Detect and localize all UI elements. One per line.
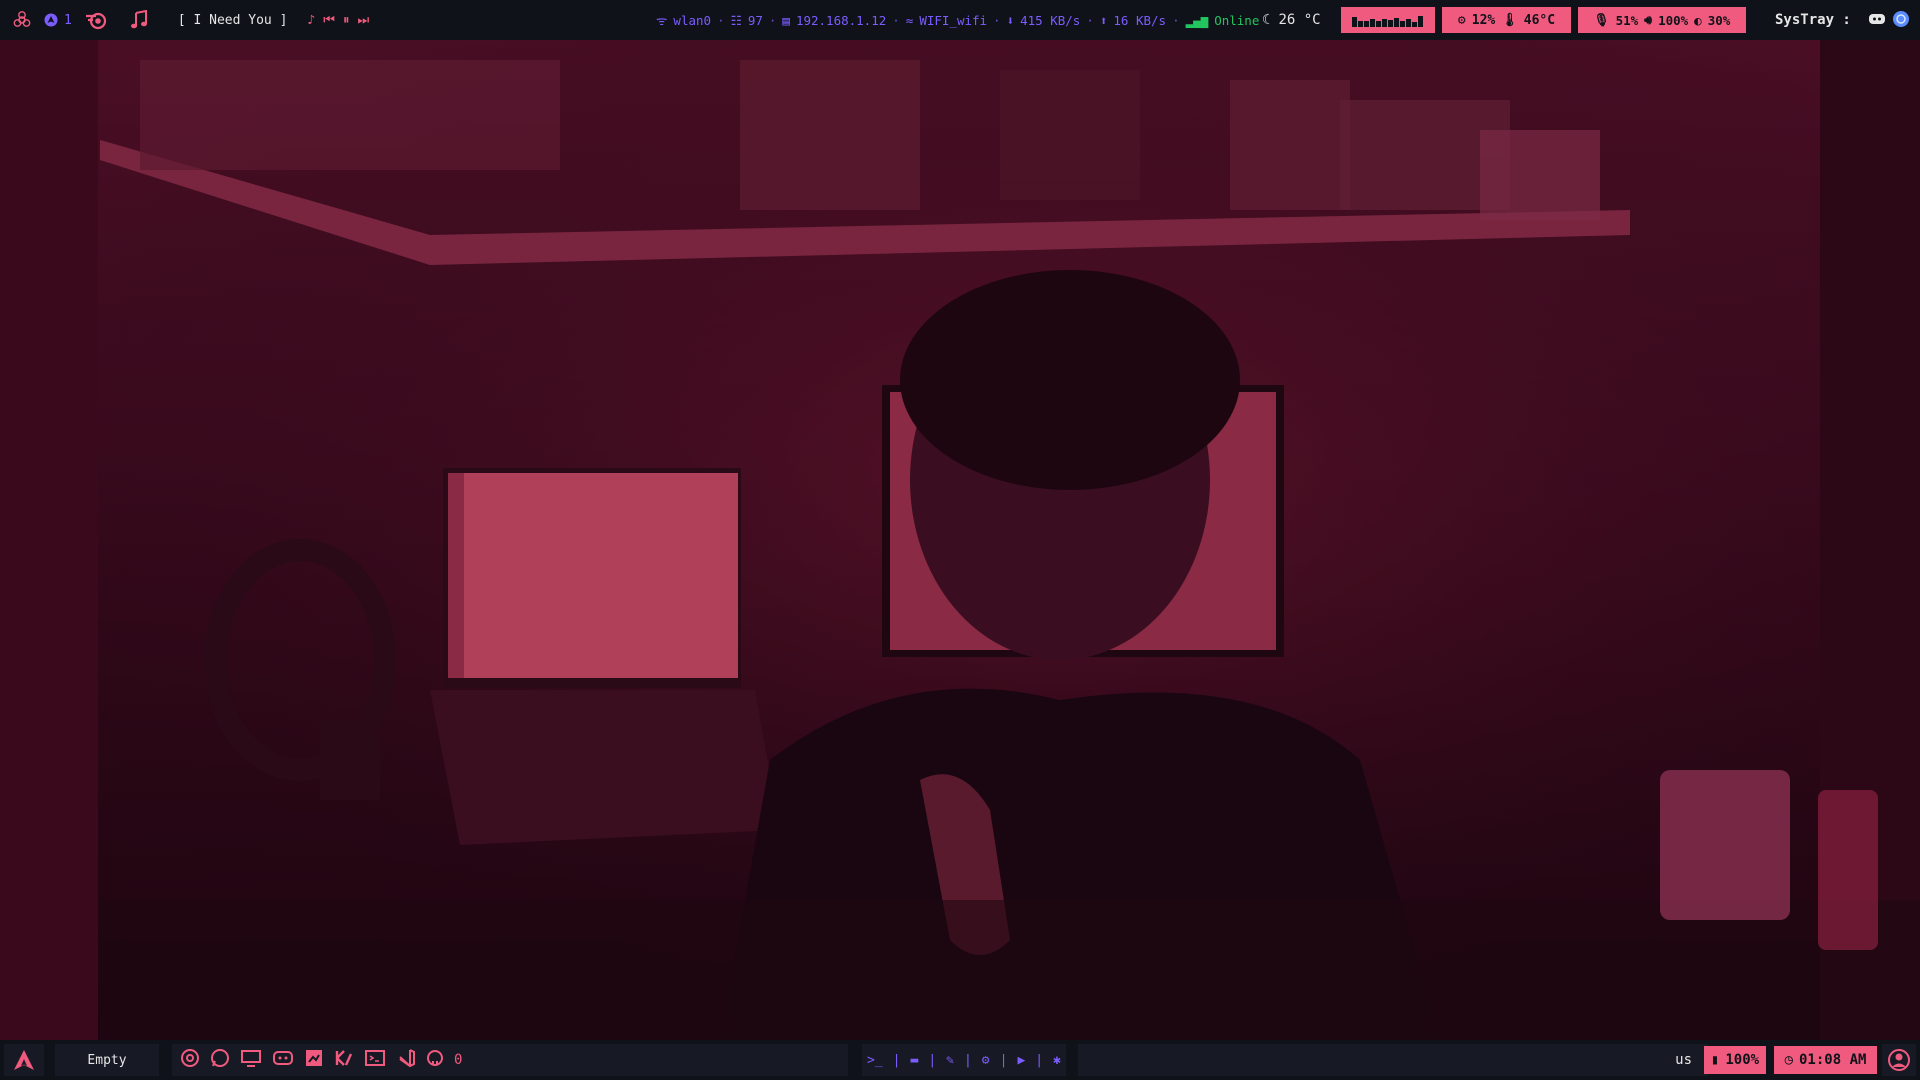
- window-title-text: Empty: [87, 1052, 127, 1068]
- visualizer-bars-icon: [1352, 16, 1423, 27]
- settings-icon[interactable]: ⚙: [982, 1053, 990, 1068]
- pause-icon[interactable]: ⏸: [343, 13, 350, 28]
- network-status[interactable]: ᯤ wlan0 · ☷ 97 · ▤ 192.168.1.12 · ≈ WIFI…: [656, 0, 1259, 40]
- quick-actions: >_ | ▬ | ✎ | ⚙ | ▶ | ✱: [862, 1044, 1066, 1076]
- music-icon: ♪: [307, 12, 316, 28]
- room-scene-image: [0, 40, 1920, 1040]
- workspace-count: 1: [64, 12, 72, 28]
- clock-time: 01:08 AM: [1799, 1052, 1867, 1068]
- bug-icon[interactable]: ✱: [1053, 1053, 1061, 1068]
- volume-level: 100%: [1658, 12, 1689, 28]
- wifi-icon: ᯤ: [656, 12, 668, 28]
- biohazard-icon[interactable]: [12, 10, 32, 30]
- user-button[interactable]: [1882, 1044, 1916, 1076]
- previous-track-icon[interactable]: ⏮: [323, 13, 335, 28]
- download-icon: ⬇: [1006, 12, 1015, 28]
- active-window-title: Empty: [55, 1044, 159, 1076]
- bottom-bar: Empty 0 >_ | ▬ | ✎ | ⚙ | ▶ | ✱ us ▮ 100%…: [0, 1040, 1920, 1080]
- network-signal: 97: [747, 12, 763, 28]
- online-bars-icon: ▂▄▆: [1185, 12, 1209, 28]
- arch-badge-icon: [44, 13, 58, 27]
- download-speed: 415 KB/s: [1020, 12, 1081, 28]
- thermometer-icon: 🌡︎: [1501, 12, 1518, 28]
- mic-level: 51%: [1615, 12, 1639, 28]
- top-bar-left: 1 [ I Need You ] ♪ ⏮ ⏸ ⏭: [0, 10, 369, 30]
- whatsapp-icon[interactable]: [210, 1048, 230, 1072]
- clock-icon: ◷: [1784, 1052, 1793, 1068]
- discord-tray-icon[interactable]: [1868, 10, 1886, 32]
- server-icon: ▤: [782, 12, 790, 28]
- upload-speed: 16 KB/s: [1113, 12, 1167, 28]
- blender-icon[interactable]: [84, 10, 108, 30]
- brightness-icon: ◐: [1694, 12, 1702, 28]
- speaker-icon: 🔊︎: [1644, 12, 1653, 27]
- launcher-button[interactable]: [4, 1044, 44, 1076]
- notification-count[interactable]: 0: [454, 1052, 462, 1068]
- audio-brightness-controls[interactable]: 🎙︎ 51% 🔊︎ 100% ◐ 30%: [1578, 7, 1746, 33]
- audio-visualizer: [1341, 7, 1435, 33]
- desktop-wallpaper: [0, 40, 1920, 1040]
- upload-icon: ⬆: [1099, 12, 1108, 28]
- cpu-usage: 12%: [1471, 12, 1496, 28]
- vscode-icon[interactable]: [396, 1048, 416, 1072]
- network-online-status: Online: [1214, 12, 1260, 28]
- edit-icon[interactable]: ✎: [946, 1053, 954, 1068]
- monitor-icon[interactable]: [240, 1048, 262, 1072]
- arch-icon: [14, 1050, 34, 1070]
- top-bar: 1 [ I Need You ] ♪ ⏮ ⏸ ⏭ ᯤ wlan0 · ☷ 97 …: [0, 0, 1920, 40]
- network-ssid: WIFI_wifi: [919, 12, 988, 28]
- network-tray-icon[interactable]: [1892, 10, 1910, 32]
- cpu-icon: ⚙: [1457, 12, 1466, 28]
- krita-icon[interactable]: [334, 1048, 354, 1072]
- battery-indicator[interactable]: ▮ 100%: [1704, 1046, 1766, 1074]
- folder-icon[interactable]: ▬: [910, 1053, 918, 1068]
- music-note-icon[interactable]: [130, 10, 148, 30]
- battery-icon: ▮: [1710, 1052, 1720, 1068]
- systray-icons: [1868, 10, 1910, 32]
- workspace-indicator[interactable]: 1: [44, 13, 72, 28]
- ssid-icon: ≈: [905, 12, 914, 28]
- ip-address: 192.168.1.12: [795, 12, 887, 28]
- chrome-icon[interactable]: [180, 1048, 200, 1072]
- media-controls: ♪ ⏮ ⏸ ⏭: [307, 13, 369, 28]
- moon-icon: ☾: [1262, 12, 1271, 28]
- keyboard-layout[interactable]: us: [1675, 1052, 1692, 1068]
- now-playing-title[interactable]: [ I Need You ]: [178, 13, 288, 28]
- system-monitor[interactable]: ⚙ 12% 🌡︎ 46°C: [1442, 7, 1571, 33]
- github-icon[interactable]: [426, 1049, 444, 1071]
- photo-editor-icon[interactable]: [304, 1048, 324, 1072]
- weather-widget[interactable]: ☾ 26 °C: [1262, 0, 1321, 40]
- microphone-icon: 🎙︎: [1593, 12, 1610, 27]
- youtube-icon[interactable]: ▶: [1017, 1053, 1025, 1068]
- user-avatar-icon: [1888, 1049, 1910, 1071]
- status-area: us: [1078, 1044, 1708, 1076]
- next-track-icon[interactable]: ⏭: [357, 13, 369, 28]
- terminal-icon[interactable]: [364, 1048, 386, 1072]
- cpu-temperature: 46°C: [1523, 12, 1556, 28]
- clock-widget[interactable]: ◷ 01:08 AM: [1774, 1046, 1877, 1074]
- network-interface: wlan0: [673, 12, 712, 28]
- battery-level: 100%: [1725, 1052, 1760, 1068]
- app-launcher-dock: 0: [172, 1044, 848, 1076]
- brightness-level: 30%: [1707, 12, 1731, 28]
- discord-icon[interactable]: [272, 1048, 294, 1072]
- signal-icon: ☷: [730, 12, 742, 28]
- terminal-prompt-icon[interactable]: >_: [867, 1053, 883, 1068]
- weather-temp: 26 °C: [1278, 12, 1321, 28]
- systray-label: SysTray :: [1775, 12, 1851, 28]
